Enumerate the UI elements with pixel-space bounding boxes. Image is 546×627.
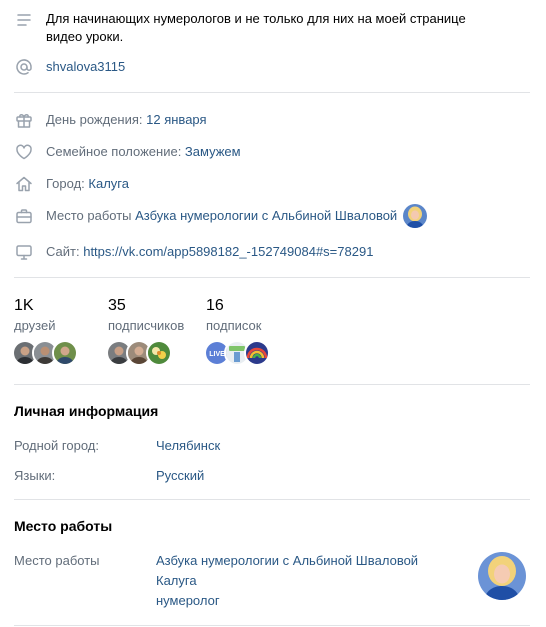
live-badge-text: LIVE bbox=[209, 351, 225, 358]
website-link[interactable]: https://vk.com/app5898182_-152749084#s=7… bbox=[83, 244, 373, 259]
friends-count: 1K bbox=[14, 297, 34, 314]
city-row: Город: Калуга bbox=[14, 174, 129, 194]
subscriptions-label: подписок bbox=[206, 318, 262, 333]
friends-label: друзей bbox=[14, 318, 56, 333]
relationship-label: Семейное положение: bbox=[46, 144, 185, 159]
languages-label: Языки: bbox=[14, 468, 56, 483]
birthday-row: День рождения: 12 января bbox=[14, 110, 207, 130]
work-value[interactable]: Азбука нумерологии с Альбиной Швaловой bbox=[135, 208, 397, 223]
divider bbox=[14, 499, 530, 500]
menu-lines-icon bbox=[14, 10, 34, 30]
city-value[interactable]: Калуга bbox=[88, 176, 129, 191]
followers-label: подписчиков bbox=[108, 318, 185, 333]
status-text: Для начинающих нумерологов и не только д… bbox=[46, 11, 466, 44]
short-address-link[interactable]: shvalova3115 bbox=[46, 58, 125, 76]
hometown-value[interactable]: Челябинск bbox=[156, 438, 220, 453]
friends-avatar-stack[interactable] bbox=[12, 340, 78, 366]
friend-avatar[interactable] bbox=[52, 340, 78, 366]
subscriptions-counter[interactable]: 16 подписок bbox=[206, 296, 261, 335]
divider bbox=[14, 384, 530, 385]
career-company[interactable]: Азбука нумерологии с Альбиной Швaловой bbox=[156, 553, 418, 568]
follower-avatar[interactable] bbox=[146, 340, 172, 366]
monitor-icon bbox=[14, 242, 34, 262]
birthday-label: День рождения: bbox=[46, 112, 147, 127]
at-icon bbox=[14, 57, 34, 77]
personal-info-title: Личная информация bbox=[14, 403, 159, 419]
work-label: Место работы bbox=[46, 208, 136, 223]
divider bbox=[14, 277, 530, 278]
friends-counter[interactable]: 1K друзей bbox=[14, 296, 55, 335]
gift-icon bbox=[14, 110, 34, 130]
relationship-row: Семейное положение: Замужем bbox=[14, 142, 241, 162]
birthday-value[interactable]: 12 января bbox=[146, 112, 206, 127]
divider bbox=[14, 625, 530, 626]
hometown-label: Родной город: bbox=[14, 438, 99, 453]
career-city[interactable]: Калуга bbox=[156, 573, 197, 588]
followers-count: 35 bbox=[108, 297, 126, 314]
website-row: Сайт: https://vk.com/app5898182_-1527490… bbox=[14, 242, 373, 262]
languages-value[interactable]: Русский bbox=[156, 468, 204, 483]
divider bbox=[14, 92, 530, 93]
career-title: Место работы bbox=[14, 518, 113, 534]
career-company-avatar[interactable] bbox=[478, 552, 526, 600]
career-label: Место работы bbox=[14, 553, 100, 568]
relationship-value[interactable]: Замужем bbox=[185, 144, 241, 159]
city-label: Город: bbox=[46, 176, 89, 191]
home-icon bbox=[14, 174, 34, 194]
website-label: Сайт: bbox=[46, 244, 84, 259]
subscriptions-count: 16 bbox=[206, 297, 224, 314]
community-avatar[interactable] bbox=[244, 340, 270, 366]
followers-counter[interactable]: 35 подписчиков bbox=[108, 296, 184, 335]
career-position[interactable]: нумеролог bbox=[156, 593, 220, 608]
status-row: Для начинающих нумерологов и не только д… bbox=[14, 10, 486, 46]
work-avatar[interactable] bbox=[403, 204, 428, 228]
heart-icon bbox=[14, 142, 34, 162]
briefcase-icon bbox=[14, 206, 34, 226]
subscriptions-avatar-stack[interactable]: LIVE bbox=[204, 340, 270, 366]
followers-avatar-stack[interactable] bbox=[106, 340, 172, 366]
work-row: Место работы Азбука нумерологии с Альбин… bbox=[14, 204, 428, 228]
short-address-row[interactable]: shvalova3115 bbox=[14, 57, 125, 77]
